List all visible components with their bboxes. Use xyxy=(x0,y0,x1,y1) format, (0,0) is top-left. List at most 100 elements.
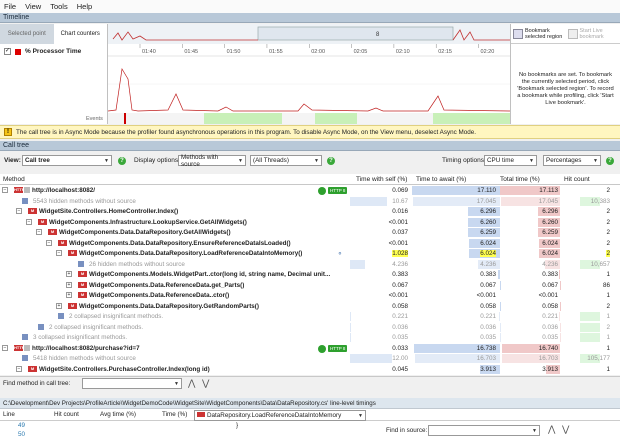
hit-count-cell: 1 xyxy=(606,292,610,299)
time-tick-label: 01:55 xyxy=(269,49,283,55)
time-axis: 01:40 01:45 01:50 01:55 02:00 02:05 02:10 02:15… xyxy=(139,44,494,55)
view-select[interactable]: Call tree ▼ xyxy=(22,155,112,166)
expand-toggle-icon[interactable]: − xyxy=(16,208,22,214)
timeline-range-selector[interactable] xyxy=(257,26,454,41)
timeline-svg: 8 01:40 01:45 01:50 01:55 02:00 02:05 02:10 02:… xyxy=(107,24,511,124)
total-time-cell: 6.259 xyxy=(542,229,558,236)
col-hit-count[interactable]: Hit count xyxy=(564,176,590,183)
find-previous-icon[interactable]: ⋀ xyxy=(548,424,555,435)
table-row[interactable]: − HTTP http://localhost:8082/HTTP 8 0.069 17… xyxy=(0,185,620,196)
counter-checkbox[interactable]: ✓ xyxy=(4,48,11,55)
col-total-time[interactable]: Total time (%) xyxy=(500,176,540,183)
expand-toggle-icon[interactable]: + xyxy=(66,281,72,288)
call-tree-header: Method Time with self (%) Time to await … xyxy=(0,174,620,185)
table-row[interactable]: − M WidgetSite.Controllers.PurchaseControl… xyxy=(0,364,620,375)
total-time-cell: 3.913 xyxy=(542,365,558,373)
method-select[interactable]: DataRepository.LoadReferenceDataIntoMemo… xyxy=(194,410,366,421)
method-icon: M xyxy=(38,218,47,225)
table-row[interactable]: 2 collapsed insignificant methods. 0.036 0… xyxy=(0,322,620,333)
table-row[interactable]: − M WidgetComponents.Data.DataRepository.E… xyxy=(0,238,620,249)
share-icon[interactable]: ⚬ xyxy=(337,250,343,258)
method-name: 2 collapsed insignificant methods. xyxy=(69,313,164,320)
method-icon: M xyxy=(78,281,87,288)
method-name: WidgetComponents.Data.ReferenceData.get_… xyxy=(89,281,245,289)
menu-file[interactable]: File xyxy=(4,2,16,11)
total-time-cell: 6.024 xyxy=(542,250,558,257)
col-time-await[interactable]: Time to await (%) xyxy=(416,176,466,183)
tab-selected-point[interactable]: Selected point xyxy=(0,24,54,44)
find-in-source-input[interactable]: ▼ xyxy=(428,425,540,436)
time-tick-label: 02:15 xyxy=(438,49,452,55)
timing-options-label: Timing options: xyxy=(442,157,486,164)
expand-toggle-icon[interactable]: − xyxy=(2,344,8,351)
expand-toggle-icon[interactable]: + xyxy=(66,292,72,298)
help-icon[interactable]: ? xyxy=(118,157,126,165)
expand-toggle-icon[interactable]: − xyxy=(36,229,42,235)
col-src-hit-count[interactable]: Hit count xyxy=(54,411,79,418)
table-row[interactable]: + M WidgetComponents.Models.WidgetPart..ct… xyxy=(0,269,620,280)
method-name: WidgetComponents.Data.ReferenceData..cto… xyxy=(89,292,230,299)
expand-toggle-icon[interactable]: − xyxy=(56,250,62,256)
start-live-button[interactable]: Start Live bookmark xyxy=(566,24,620,43)
col-method[interactable]: Method xyxy=(3,176,25,183)
menu-tools[interactable]: Tools xyxy=(50,2,68,11)
method-name: 26 hidden methods without source xyxy=(89,260,185,268)
table-row[interactable]: + M WidgetComponents.Data.ReferenceData..c… xyxy=(0,290,620,301)
find-next-icon[interactable]: ⋁ xyxy=(202,378,209,389)
self-time-cell: 10.67 xyxy=(392,197,408,205)
table-row[interactable]: − M WidgetSite.Controllers.HomeController.… xyxy=(0,206,620,217)
find-previous-icon[interactable]: ⋀ xyxy=(188,378,195,389)
table-row[interactable]: 5543 hidden methods without source 10.67 1… xyxy=(0,196,620,207)
display-options-select[interactable]: Methods with source ▼ xyxy=(178,154,246,168)
find-in-source-label: Find in source: xyxy=(386,427,428,434)
table-row[interactable]: −MWidgetComponents.Infrastructure.Lookup… xyxy=(0,374,620,375)
find-next-icon[interactable]: ⋁ xyxy=(562,424,569,435)
await-time-cell: 17.045 xyxy=(476,197,496,205)
method-name: WidgetSite.Controllers.HomeController.In… xyxy=(39,208,179,215)
method-name: WidgetComponents.Infrastructure.LookupSe… xyxy=(49,218,247,226)
menu-help[interactable]: Help xyxy=(77,2,92,11)
help-icon[interactable]: ? xyxy=(606,157,614,165)
menu-view[interactable]: View xyxy=(25,2,41,11)
find-method-input[interactable]: ▼ xyxy=(82,378,182,389)
threads-select[interactable]: (All Threads) ▼ xyxy=(250,155,322,166)
hit-bar xyxy=(580,322,600,332)
expand-toggle-icon[interactable]: − xyxy=(26,218,32,225)
timing-select[interactable]: CPU time ▼ xyxy=(484,155,537,166)
table-row[interactable]: 26 hidden methods without source 4.236 4.2… xyxy=(0,259,620,270)
expand-toggle-icon[interactable]: + xyxy=(56,302,62,309)
col-time-self[interactable]: Time with self (%) xyxy=(356,176,407,183)
total-time-cell: 16.740 xyxy=(538,344,558,352)
table-row[interactable]: − M WidgetComponents.Data.DataRepository.L… xyxy=(0,248,620,259)
self-time-cell: 0.069 xyxy=(392,187,408,194)
expand-toggle-icon[interactable]: − xyxy=(2,187,8,193)
await-time-cell: 6.260 xyxy=(480,218,496,226)
warning-icon: ! xyxy=(4,128,12,136)
self-bar xyxy=(350,259,365,269)
table-row[interactable]: − HTTP http://localhost:8082/purchase?id=7… xyxy=(0,343,620,354)
expand-toggle-icon[interactable]: − xyxy=(46,239,52,246)
table-row[interactable]: 5418 hidden methods without source 12.00 1… xyxy=(0,353,620,364)
col-line[interactable]: Line xyxy=(3,411,15,418)
table-row[interactable]: + M WidgetComponents.Data.ReferenceData.ge… xyxy=(0,280,620,291)
expand-toggle-icon[interactable]: − xyxy=(16,365,22,372)
col-avg-time[interactable]: Avg time (%) xyxy=(100,411,136,418)
tab-chart-counters[interactable]: Chart counters xyxy=(53,24,107,44)
table-row[interactable]: 2 collapsed insignificant methods. 0.221 0… xyxy=(0,311,620,322)
table-row[interactable]: −MWidgetComponents.Infrastructure.Lookup… xyxy=(0,217,620,228)
col-src-time[interactable]: Time (%) xyxy=(162,411,187,418)
units-select[interactable]: Percentages ▼ xyxy=(543,155,601,166)
table-row[interactable]: + M WidgetComponents.Data.DataRepository.G… xyxy=(0,301,620,312)
hidden-methods-icon xyxy=(22,355,28,361)
http-badge: HTTP 8 xyxy=(328,187,348,194)
help-icon[interactable]: ? xyxy=(327,157,335,165)
event-block xyxy=(433,113,510,124)
total-time-cell: 0.221 xyxy=(542,313,558,320)
timeline-chart[interactable]: 8 01:40 01:45 01:50 01:55 02:00 02:05 02:10 02:… xyxy=(107,24,511,124)
expand-toggle-icon[interactable]: + xyxy=(66,271,72,277)
self-time-cell: 0.036 xyxy=(392,323,408,331)
start-live-label: Start Live bookmark xyxy=(579,27,604,40)
bookmark-selected-button[interactable]: Bookmark selected region xyxy=(511,24,566,43)
table-row[interactable]: − M WidgetComponents.Data.DataRepository.G… xyxy=(0,227,620,238)
table-row[interactable]: 3 collapsed insignificant methods. 0.035 0… xyxy=(0,332,620,343)
